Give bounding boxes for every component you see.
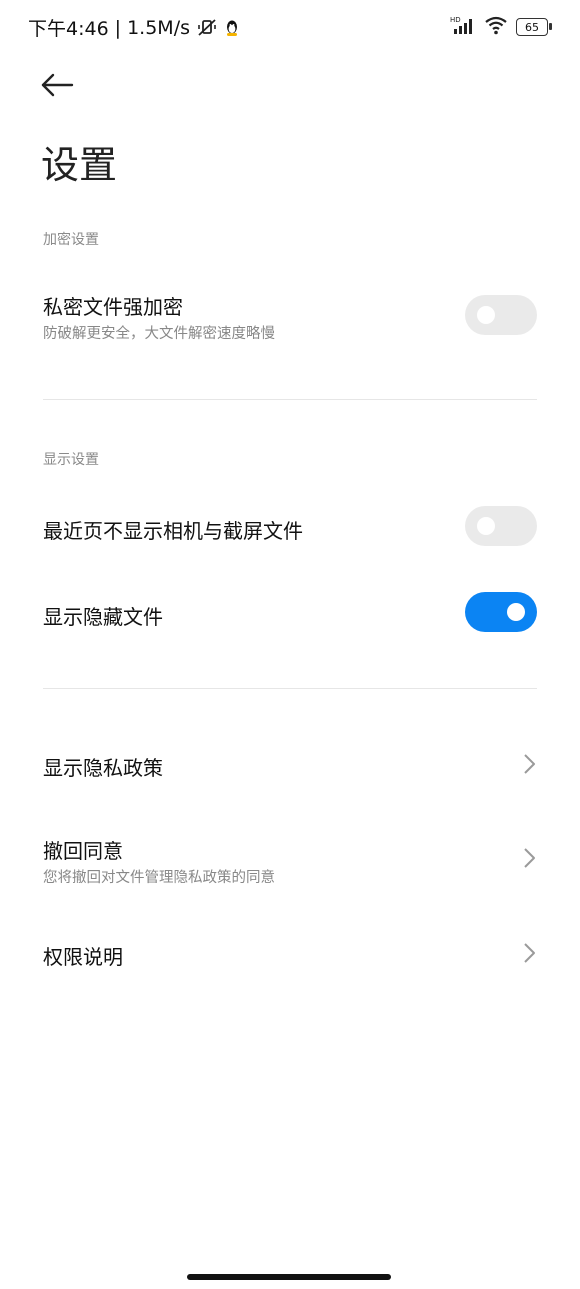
setting-subtitle-strong-encryption: 防破解更安全，大文件解密速度略慢: [43, 326, 275, 342]
chevron-right-icon: [524, 754, 535, 774]
divider: [43, 688, 537, 689]
arrow-left-icon: [41, 73, 74, 97]
setting-title-hide-camera-screenshots: 最近页不显示相机与截屏文件: [43, 519, 303, 543]
hd-signal-icon: HD: [450, 15, 476, 39]
page-title: 设置: [41, 143, 118, 187]
status-right: HD 65: [450, 15, 552, 39]
toggle-strong-encryption[interactable]: [465, 295, 537, 335]
battery-indicator: 65: [516, 18, 552, 36]
back-button[interactable]: [40, 68, 80, 102]
chevron-right-icon: [524, 943, 535, 963]
section-label-encryption: 加密设置: [43, 232, 99, 248]
mute-icon: [196, 18, 218, 38]
wifi-icon: [484, 15, 508, 39]
section-label-display: 显示设置: [43, 452, 99, 468]
link-subtitle-revoke-consent: 您将撤回对文件管理隐私政策的同意: [43, 870, 275, 886]
toggle-knob: [477, 517, 495, 535]
link-title-revoke-consent: 撤回同意: [43, 839, 123, 863]
status-left: 下午4:46 | 1.5M/s: [28, 14, 240, 41]
qq-icon: [224, 19, 240, 37]
toggle-knob: [477, 306, 495, 324]
status-bar: 下午4:46 | 1.5M/s HD 65: [0, 0, 580, 56]
toggle-knob: [507, 603, 525, 621]
divider: [43, 399, 537, 400]
setting-title-strong-encryption: 私密文件强加密: [43, 295, 183, 319]
link-title-permissions: 权限说明: [43, 945, 123, 969]
link-title-privacy-policy: 显示隐私政策: [43, 756, 163, 780]
home-indicator[interactable]: [187, 1274, 391, 1280]
status-time: 下午4:46: [28, 18, 109, 40]
setting-title-show-hidden-files: 显示隐藏文件: [43, 605, 163, 629]
toggle-show-hidden-files[interactable]: [465, 592, 537, 632]
status-separator: |: [114, 16, 122, 39]
chevron-right-icon: [524, 848, 535, 868]
svg-text:HD: HD: [450, 16, 461, 24]
status-net-speed: 1.5M/s: [127, 16, 190, 39]
toggle-hide-camera-screenshots[interactable]: [465, 506, 537, 546]
